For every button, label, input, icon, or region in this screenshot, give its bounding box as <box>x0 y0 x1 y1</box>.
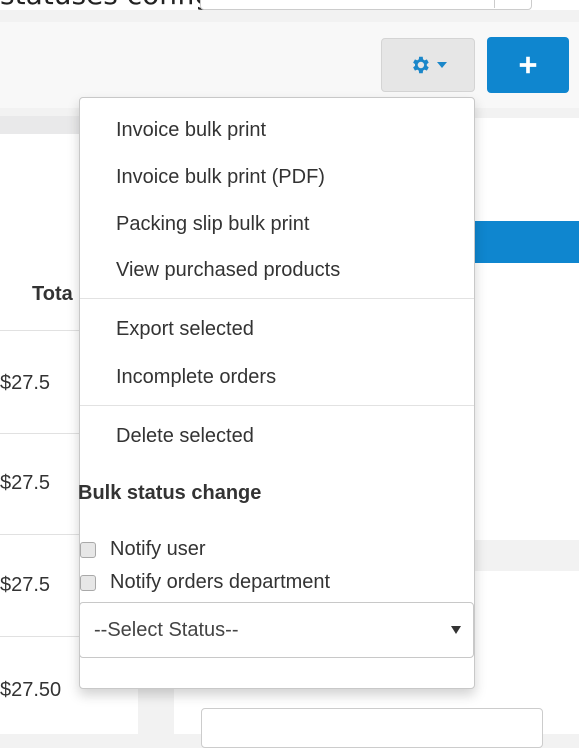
customer-input[interactable] <box>201 708 543 748</box>
plus-icon <box>519 56 537 74</box>
status-select[interactable]: --Select Status-- <box>79 602 474 658</box>
notify-orders-checkbox[interactable] <box>80 574 96 591</box>
bulk-status-heading: Bulk status change <box>78 482 262 504</box>
panel-header-band <box>470 221 579 263</box>
top-select-field[interactable] <box>200 0 532 10</box>
total-cell: $27.5 <box>0 372 51 394</box>
menu-item-packing-slip-bulk-print[interactable]: Packing slip bulk print <box>116 213 309 236</box>
notify-orders-label: Notify orders department <box>110 571 331 593</box>
add-order-button[interactable] <box>487 37 569 93</box>
menu-item-view-purchased-products[interactable]: View purchased products <box>116 259 340 282</box>
status-select-value: --Select Status-- <box>94 618 239 641</box>
menu-divider <box>80 298 474 299</box>
chevron-down-icon <box>437 62 447 68</box>
gear-icon <box>413 56 429 74</box>
total-column-header[interactable]: Tota <box>32 283 73 306</box>
bulk-actions-dropdown: Invoice bulk print Invoice bulk print (P… <box>78 97 475 689</box>
total-cell: $27.5 <box>0 472 51 494</box>
total-cell: $27.50 <box>0 679 62 701</box>
menu-item-export-selected[interactable]: Export selected <box>116 318 254 341</box>
total-cell: $27.5 <box>0 574 51 596</box>
menu-item-invoice-bulk-print-pdf[interactable]: Invoice bulk print (PDF) <box>116 166 325 189</box>
top-strip: statuses configured in your site. <box>0 0 579 10</box>
bulk-actions-button[interactable] <box>381 38 475 92</box>
notify-orders-option[interactable]: Notify orders department <box>80 571 330 594</box>
notify-user-label: Notify user <box>110 538 206 560</box>
menu-item-incomplete-orders[interactable]: Incomplete orders <box>116 366 276 389</box>
notify-user-option[interactable]: Notify user <box>80 538 206 561</box>
menu-divider <box>80 405 474 406</box>
menu-item-delete-selected[interactable]: Delete selected <box>116 425 254 448</box>
notify-user-checkbox[interactable] <box>80 541 96 558</box>
top-select-divider <box>494 0 495 8</box>
chevron-down-icon <box>451 626 461 634</box>
menu-item-invoice-bulk-print[interactable]: Invoice bulk print <box>116 119 266 142</box>
